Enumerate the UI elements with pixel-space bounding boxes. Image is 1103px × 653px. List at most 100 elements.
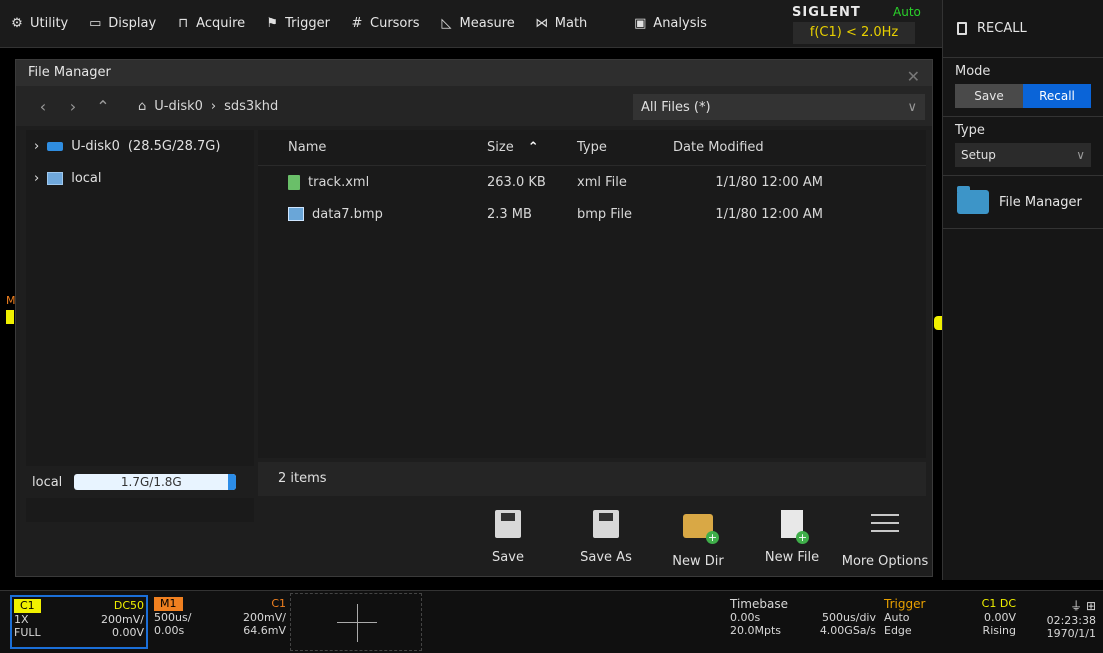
trigger-box[interactable]: Trigger C1 DC Auto 0.00V Edge Rising: [882, 595, 1018, 649]
timebase-box[interactable]: Timebase 0.00s 500us/div 20.0Mpts 4.00GSa/…: [728, 595, 878, 649]
panel-header: RECALL: [943, 0, 1103, 58]
column-date[interactable]: Date Modified: [673, 140, 823, 155]
mode-label: Mode: [955, 64, 991, 79]
menu-measure[interactable]: ◺ Measure: [430, 0, 525, 48]
chevron-down-icon: ∨: [1076, 148, 1085, 162]
save-as-button-label: Save As: [580, 550, 632, 565]
timebase-scale: 500us/div: [822, 611, 876, 624]
usb-drive-icon: [47, 141, 64, 151]
more-options-button[interactable]: More Options: [838, 510, 932, 569]
recall-panel: RECALL Mode Save Recall Type Setup ∨ Fil…: [942, 0, 1103, 580]
menu-display[interactable]: ▭ Display: [78, 0, 166, 48]
file-date: 1/1/80 12:00 AM: [715, 174, 823, 190]
save-button-label: Save: [492, 550, 524, 565]
sort-ascending-icon: ⌃: [527, 140, 539, 155]
channel-c1-box[interactable]: C1 DC50 1X 200mV/ FULL 0.00V: [10, 595, 148, 649]
math-m1-offset: 64.6mV: [243, 624, 286, 637]
tree-item-local[interactable]: › local: [26, 162, 254, 194]
trigger-slope: Rising: [982, 624, 1016, 637]
folder-tree: › U-disk0 (28.5G/28.7G) › local: [26, 130, 254, 522]
math-icon: ⋈: [535, 16, 549, 31]
file-manager-button[interactable]: File Manager: [943, 176, 1103, 229]
analysis-icon: ▣: [634, 16, 647, 31]
storage-text: 1.7G/1.8G: [120, 475, 182, 489]
tree-item-size: (28.5G/28.7G): [127, 138, 221, 154]
file-name: track.xml: [308, 174, 370, 190]
tree-item-u-disk0[interactable]: › U-disk0 (28.5G/28.7G): [26, 130, 254, 162]
breadcrumb-separator: ›: [210, 98, 217, 114]
file-manager-button-label: File Manager: [999, 194, 1082, 210]
new-dir-button[interactable]: + New Dir: [658, 510, 738, 569]
new-file-button[interactable]: + New File: [752, 510, 832, 565]
menu-cursors[interactable]: # Cursors: [340, 0, 430, 48]
clock-area: ⏚ ⊞ 02:23:38 1970/1/1: [1030, 595, 1098, 649]
action-bar: Save Save As + New Dir + New File More O…: [16, 500, 932, 578]
up-icon[interactable]: ⌃: [88, 97, 118, 116]
forward-icon[interactable]: ›: [58, 97, 88, 116]
column-name-label: Name: [288, 140, 327, 155]
gear-icon: ⚙: [11, 16, 23, 31]
breadcrumb-item-sds3khd[interactable]: sds3khd: [224, 99, 278, 114]
expand-icon[interactable]: ›: [34, 171, 39, 186]
table-row[interactable]: data7.bmp 2.3 MB bmp File 1/1/80 12:00 A…: [258, 198, 926, 230]
trigger-level-marker: [934, 316, 942, 330]
type-value: Setup: [961, 148, 996, 162]
grid-icon: #: [351, 16, 363, 31]
timebase-delay: 0.00s: [730, 611, 761, 624]
storage-bar: 1.7G/1.8G: [74, 474, 237, 490]
channel-c1-bw: FULL: [14, 626, 41, 639]
run-state[interactable]: Auto: [893, 5, 921, 19]
save-as-button[interactable]: Save As: [566, 510, 646, 565]
back-icon[interactable]: ‹: [28, 97, 58, 116]
save-icon: [495, 510, 521, 538]
type-label: Type: [955, 123, 985, 138]
new-folder-icon: +: [683, 514, 719, 544]
column-type-label: Type: [577, 140, 607, 155]
storage-indicator: local 1.7G/1.8G: [26, 466, 254, 498]
status-bar: C1 DC50 1X 200mV/ FULL 0.00V M1 C1 500us/2…: [0, 590, 1103, 653]
column-size[interactable]: Size ⌃: [487, 140, 577, 155]
trigger-type: Edge: [884, 624, 912, 637]
new-dir-button-label: New Dir: [672, 554, 724, 569]
breadcrumb-item-u-disk0[interactable]: U-disk0: [154, 99, 203, 114]
channel-c1-coupling: DC50: [113, 599, 144, 612]
mode-recall-button[interactable]: Recall: [1023, 84, 1091, 108]
dialog-title: File Manager: [28, 65, 111, 80]
bmp-file-icon: [288, 207, 304, 221]
file-manager-dialog: File Manager ✕ ‹ › ⌃ ⌂ U-disk0 › sds3khd…: [15, 59, 933, 577]
menu-trigger[interactable]: ⚑ Trigger: [255, 0, 340, 48]
document-icon: [957, 22, 967, 35]
save-button[interactable]: Save: [468, 510, 548, 565]
file-filter-value: All Files (*): [641, 99, 711, 115]
add-channel-button[interactable]: [290, 593, 422, 651]
file-filter-dropdown[interactable]: All Files (*) ∨: [633, 94, 925, 120]
math-m1-box[interactable]: M1 C1 500us/200mV/ 0.00s 64.6mV: [152, 595, 288, 649]
mode-save-button[interactable]: Save: [955, 84, 1023, 108]
type-section: Type Setup ∨: [943, 117, 1103, 176]
menu-analysis[interactable]: ▣ Analysis: [623, 0, 717, 48]
new-file-icon: +: [781, 510, 809, 544]
measure-icon: ◺: [441, 16, 452, 31]
expand-icon[interactable]: ›: [34, 139, 39, 154]
mode-section: Mode Save Recall: [943, 58, 1103, 117]
trigger-source: C1 DC: [981, 597, 1016, 610]
save-as-icon: [593, 510, 619, 538]
timebase-label: Timebase: [730, 597, 788, 611]
file-list-header: Name Size ⌃ Type Date Modified: [258, 130, 926, 166]
menu-utility[interactable]: ⚙ Utility: [0, 0, 78, 48]
breadcrumb: ⌂ U-disk0 › sds3khd: [138, 99, 278, 114]
brand-area: SIGLENT Auto f(C1) < 2.0Hz: [787, 0, 942, 48]
menu-acquire[interactable]: ⊓ Acquire: [166, 0, 255, 48]
menu-math[interactable]: ⋈ Math: [525, 0, 598, 48]
column-name[interactable]: Name: [258, 140, 487, 155]
math-m1-scale: 200mV/: [243, 611, 286, 624]
table-row[interactable]: track.xml 263.0 KB xml File 1/1/80 12:00…: [258, 166, 926, 198]
channel-c1-offset: 0.00V: [111, 626, 144, 639]
frequency-readout: f(C1) < 2.0Hz: [793, 22, 915, 44]
home-icon[interactable]: ⌂: [138, 99, 146, 114]
type-dropdown[interactable]: Setup ∨: [955, 143, 1091, 167]
menu-math-label: Math: [554, 16, 588, 31]
column-type[interactable]: Type: [577, 140, 673, 155]
folder-icon: [957, 186, 989, 214]
top-menu-bar: ⚙ Utility ▭ Display ⊓ Acquire ⚑ Trigger # Cur…: [0, 0, 942, 48]
